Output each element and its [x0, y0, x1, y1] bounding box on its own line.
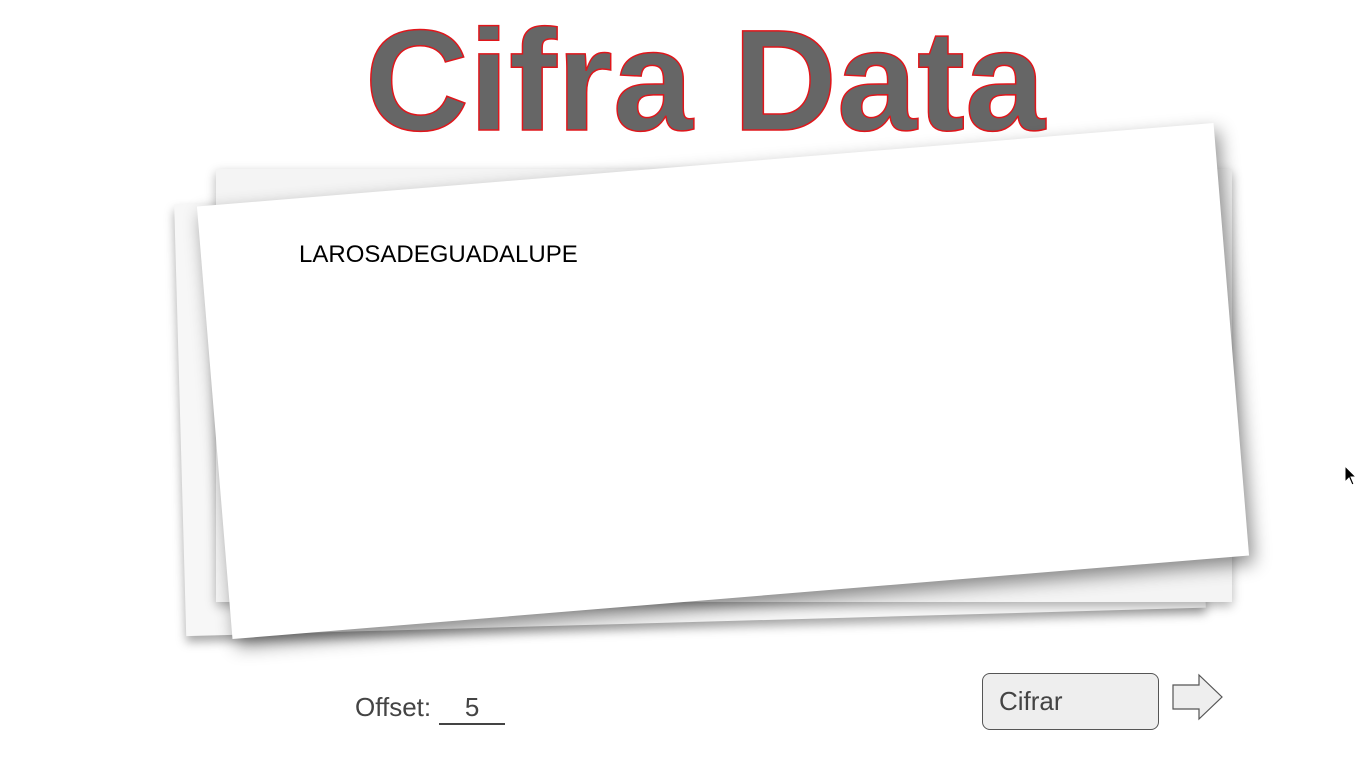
- offset-input[interactable]: [439, 692, 506, 725]
- cipher-button[interactable]: Cifrar: [982, 673, 1159, 730]
- mouse-cursor-icon: [1344, 465, 1358, 486]
- next-arrow-button[interactable]: [1171, 673, 1225, 721]
- message-text[interactable]: LAROSADEGUADALUPE: [299, 241, 578, 269]
- arrow-right-icon: [1172, 673, 1223, 721]
- offset-label: Offset:: [355, 692, 432, 722]
- paper-sheet-front: [196, 122, 1250, 640]
- offset-field: Offset:: [355, 692, 506, 725]
- app-window: Cifra Data LAROSADEGUADALUPE Offset: Cif…: [0, 0, 1366, 768]
